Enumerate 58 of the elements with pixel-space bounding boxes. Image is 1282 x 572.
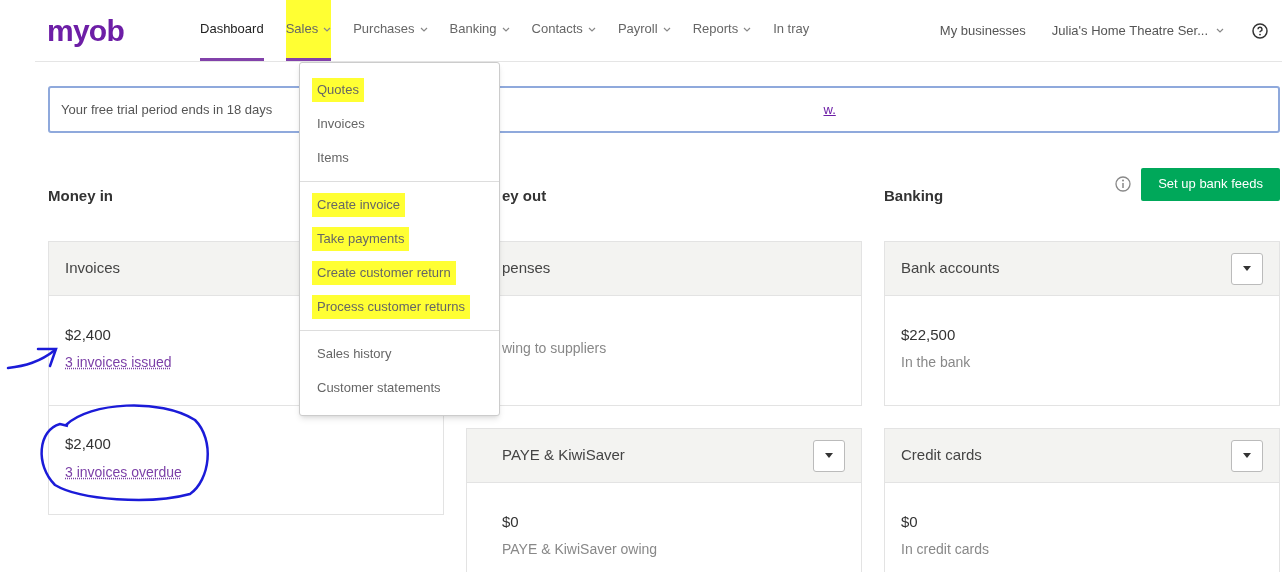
nav-tab[interactable]: Purchases: [353, 0, 428, 61]
card-menu-button[interactable]: [1231, 252, 1263, 285]
menu-item[interactable]: Create invoice: [312, 193, 406, 217]
menu-item[interactable]: Process customer returns: [312, 295, 471, 319]
chevron-down-icon: [501, 26, 510, 32]
section-heading: Banking: [884, 185, 944, 206]
section-heading: ey out: [501, 185, 547, 206]
menu-item[interactable]: Take payments: [312, 227, 410, 251]
menu-item[interactable]: Customer statements: [312, 376, 446, 400]
card-title: Credit cards: [901, 445, 982, 466]
caret-icon: [825, 453, 833, 458]
caret-icon: [1243, 453, 1251, 458]
nav-tab[interactable]: Reports: [692, 0, 752, 61]
banner-text: Your free trial period ends in 18 days: [61, 100, 273, 119]
set-up-bank-feeds-button[interactable]: Set up bank feeds: [1141, 167, 1280, 201]
card-menu-button[interactable]: [1231, 439, 1263, 472]
chevron-down-icon: [743, 26, 752, 32]
caption: PAYE & KiwiSaver owing: [502, 540, 658, 560]
menu-item[interactable]: Items: [312, 146, 354, 170]
nav-tab[interactable]: In tray: [773, 0, 810, 61]
amount: $22,500: [901, 324, 956, 345]
chevron-down-icon: [419, 26, 428, 32]
business-selector[interactable]: Julia's Home Theatre Ser...: [1051, 20, 1224, 41]
section-heading: Money in: [48, 185, 113, 206]
nav-tab[interactable]: Contacts: [531, 0, 596, 61]
nav-tab[interactable]: Banking: [449, 0, 510, 61]
card-title: Invoices: [65, 258, 121, 279]
menu-item[interactable]: Quotes: [312, 78, 364, 102]
chevron-down-icon: [323, 26, 332, 32]
nav-tab[interactable]: Dashboard: [200, 0, 264, 61]
help-icon[interactable]: [1252, 22, 1268, 39]
my-businesses-link[interactable]: My businesses: [939, 20, 1026, 41]
amount: $2,400: [65, 434, 111, 455]
amount: $0: [901, 511, 918, 532]
amount: $2,400: [65, 324, 111, 345]
menu-item[interactable]: Create customer return: [312, 261, 456, 285]
caption: wing to suppliers: [502, 339, 607, 358]
caption: In the bank: [901, 353, 971, 373]
caption: In credit cards: [901, 540, 989, 560]
invoice-link[interactable]: 3 invoices overdue: [65, 461, 182, 483]
chevron-down-icon: [587, 26, 596, 32]
nav-tab[interactable]: Sales: [285, 0, 332, 61]
menu-item[interactable]: Invoices: [312, 112, 370, 136]
menu-item[interactable]: Sales history: [312, 342, 397, 366]
arrow-annotation: [6, 347, 58, 370]
card-title: Bank accounts: [901, 258, 1000, 279]
chevron-down-icon: [1216, 28, 1224, 33]
logo[interactable]: myob: [47, 15, 124, 46]
banner-link[interactable]: w.: [703, 99, 836, 120]
invoice-link[interactable]: 3 invoices issued: [65, 352, 172, 374]
amount: $0: [502, 511, 519, 532]
card-title: PAYE & KiwiSaver: [502, 445, 625, 466]
card-menu-button[interactable]: [813, 439, 845, 472]
info-icon[interactable]: [1115, 176, 1132, 192]
caret-icon: [1243, 266, 1251, 271]
chevron-down-icon: [662, 26, 671, 32]
card-title: penses: [502, 258, 551, 279]
nav-tab[interactable]: Payroll: [617, 0, 671, 61]
